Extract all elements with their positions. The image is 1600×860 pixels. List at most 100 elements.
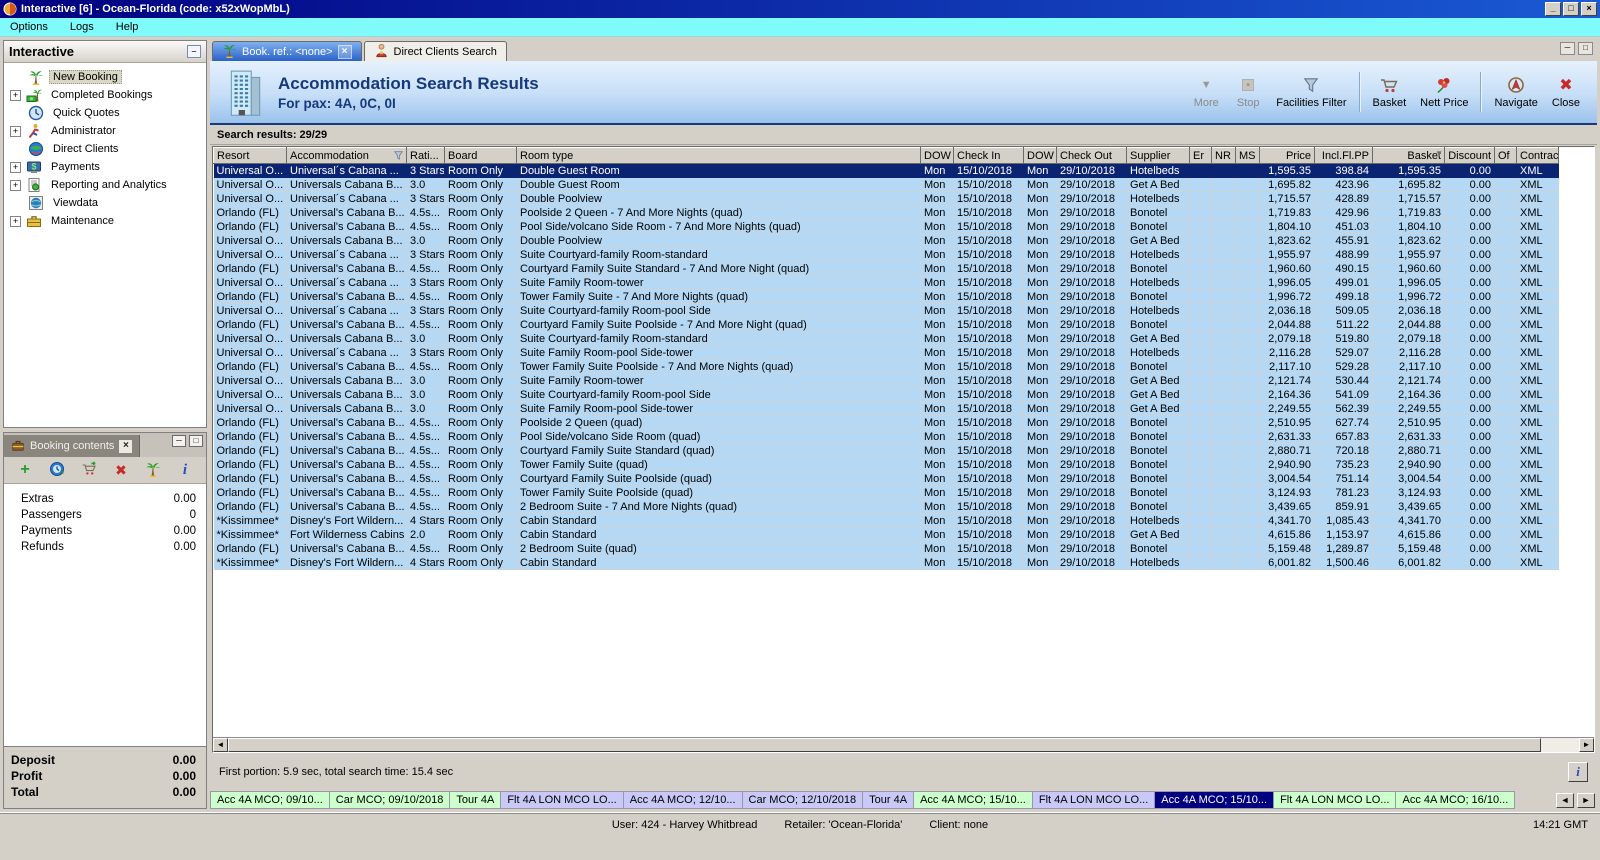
table-row[interactable]: Universal O... Universals Cabana B... 3.0 R… [213, 373, 1559, 388]
collapse-panel-button[interactable]: – [187, 45, 201, 58]
basket-button[interactable]: Basket [1366, 74, 1414, 111]
palm-tree-button[interactable] [145, 462, 162, 479]
expander-plus-icon[interactable]: + [10, 179, 21, 191]
table-row[interactable]: Orlando (FL) Universal's Cabana B... 4.5s.… [213, 415, 1559, 430]
plus-button[interactable]: + [17, 462, 34, 479]
table-row[interactable]: Universal O... Universal´s Cabana ... 3 St… [213, 303, 1559, 318]
sidebar-item-administrator[interactable]: + Administrator [4, 122, 206, 140]
itinerary-tab[interactable]: Flt 4A LON MCO LO... [501, 791, 624, 809]
booking-summary-row-extras[interactable]: Extras 0.00 [4, 491, 206, 507]
mdi-restore-button[interactable]: □ [1578, 42, 1593, 55]
sidebar-item-maintenance[interactable]: + Maintenance [4, 212, 206, 230]
minimize-button[interactable]: _ [1545, 2, 1561, 16]
column-header-basket[interactable]: Basket ▼ [1372, 147, 1445, 164]
table-row[interactable]: Universal O... Universal´s Cabana ... 3 St… [213, 247, 1559, 262]
table-row[interactable]: Orlando (FL) Universal's Cabana B... 4.5s.… [213, 219, 1559, 234]
itinerary-tab[interactable]: Acc 4A MCO; 09/10... [210, 791, 330, 809]
horizontal-scrollbar[interactable]: ◄ ► [213, 737, 1594, 752]
maximize-button[interactable]: □ [1563, 2, 1579, 16]
column-header-discount[interactable]: Discount [1444, 147, 1495, 164]
booking-summary-row-passengers[interactable]: Passengers 0 [4, 507, 206, 523]
sidebar-item-quick-quotes[interactable]: Quick Quotes [4, 104, 206, 122]
sidebar-item-viewdata[interactable]: Viewdata [4, 194, 206, 212]
itinerary-tab[interactable]: Acc 4A MCO; 16/10... [1396, 791, 1516, 809]
column-header-of[interactable]: Of [1494, 147, 1517, 164]
table-row[interactable]: Orlando (FL) Universal's Cabana B... 4.5s.… [213, 261, 1559, 276]
table-row[interactable]: Universal O... Universal´s Cabana ... 3 St… [213, 275, 1559, 290]
table-row[interactable]: Orlando (FL) Universal's Cabana B... 4.5s.… [213, 359, 1559, 374]
scroll-left-arrow-icon[interactable]: ◄ [213, 738, 228, 752]
table-row[interactable]: Orlando (FL) Universal's Cabana B... 4.5s.… [213, 485, 1559, 500]
navigate-button[interactable]: Navigate [1487, 74, 1544, 111]
table-row[interactable]: Universal O... Universals Cabana B... 3.0 R… [213, 177, 1559, 192]
itinerary-tab[interactable]: Acc 4A MCO; 15/10... [914, 791, 1033, 809]
mdi-minimize-button[interactable]: ─ [1560, 42, 1575, 55]
table-row[interactable]: Orlando (FL) Universal's Cabana B... 4.5s.… [213, 457, 1559, 472]
table-row[interactable]: Orlando (FL) Universal's Cabana B... 4.5s.… [213, 541, 1559, 556]
menu-logs[interactable]: Logs [70, 21, 94, 33]
table-row[interactable]: Orlando (FL) Universal's Cabana B... 4.5s.… [213, 317, 1559, 332]
table-row[interactable]: Universal O... Universals Cabana B... 3.0 R… [213, 387, 1559, 402]
column-header-incl-fl-pp[interactable]: Incl.Fl.PP [1314, 147, 1373, 164]
expander-plus-icon[interactable]: + [10, 215, 21, 227]
table-row[interactable]: Universal O... Universals Cabana B... 3.0 R… [213, 401, 1559, 416]
column-header-resort[interactable]: Resort [213, 147, 287, 164]
column-header-rati-[interactable]: Rati... [406, 147, 445, 164]
table-row[interactable]: Universal O... Universals Cabana B... 3.0 R… [213, 331, 1559, 346]
tab-scroll-left-icon[interactable]: ◄ [1556, 792, 1574, 808]
table-row[interactable]: Universal O... Universal´s Cabana ... 3 St… [213, 191, 1559, 206]
itinerary-tab[interactable]: Tour 4A [863, 791, 915, 809]
sidebar-item-payments[interactable]: + $ Payments [4, 158, 206, 176]
close-button[interactable]: × [1581, 2, 1597, 16]
table-row[interactable]: Orlando (FL) Universal's Cabana B... 4.5s.… [213, 471, 1559, 486]
close-icon[interactable]: × [119, 439, 133, 453]
column-header-room-type[interactable]: Room type [516, 147, 921, 164]
itinerary-tab[interactable]: Tour 4A [450, 791, 502, 809]
booking-contents-tab[interactable]: Booking contents × [4, 435, 141, 457]
scrollbar-thumb[interactable] [228, 738, 1541, 752]
menu-help[interactable]: Help [116, 21, 139, 33]
itinerary-tab[interactable]: Flt 4A LON MCO LO... [1032, 791, 1156, 809]
tab-close-icon[interactable]: × [337, 44, 352, 59]
column-header-price[interactable]: Price [1259, 147, 1315, 164]
column-header-nr[interactable]: NR [1211, 147, 1236, 164]
expander-plus-icon[interactable]: + [10, 89, 21, 101]
info-button[interactable]: i [177, 462, 194, 479]
minimize-panel-button[interactable]: ─ [172, 435, 186, 447]
itinerary-tab[interactable]: Acc 4A MCO; 15/10... [1155, 791, 1275, 809]
booking-summary-row-refunds[interactable]: Refunds 0.00 [4, 539, 206, 555]
column-header-dow[interactable]: DOW [920, 147, 954, 164]
itinerary-tab[interactable]: Car MCO; 12/10/2018 [742, 791, 864, 809]
column-header-er[interactable]: Er [1189, 147, 1212, 164]
table-row[interactable]: Orlando (FL) Universal's Cabana B... 4.5s.… [213, 429, 1559, 444]
close-button[interactable]: ✖ Close [1545, 74, 1587, 111]
table-row[interactable]: *Kissimmee* Disney's Fort Wildern... 4 Sta… [213, 513, 1559, 528]
booking-summary-row-payments[interactable]: Payments 0.00 [4, 523, 206, 539]
basket-add-button[interactable] [81, 462, 98, 479]
scrollbar-track[interactable] [1541, 738, 1579, 752]
table-row[interactable]: Orlando (FL) Universal's Cabana B... 4.5s.… [213, 499, 1559, 514]
itinerary-tab[interactable]: Acc 4A MCO; 12/10... [623, 791, 743, 809]
more-button[interactable]: ▼ More [1185, 74, 1227, 111]
menu-options[interactable]: Options [10, 21, 48, 33]
itinerary-tab[interactable]: Flt 4A LON MCO LO... [1274, 791, 1397, 809]
table-row[interactable]: Orlando (FL) Universal's Cabana B... 4.5s.… [213, 289, 1559, 304]
table-row[interactable]: Orlando (FL) Universal's Cabana B... 4.5s.… [213, 205, 1559, 220]
table-row[interactable]: *Kissimmee* Fort Wilderness Cabins 2.0 Room… [213, 527, 1559, 542]
scroll-right-arrow-icon[interactable]: ► [1579, 738, 1594, 752]
tab-direct-clients-search[interactable]: Direct Clients Search [363, 41, 507, 61]
column-header-supplier[interactable]: Supplier [1126, 147, 1190, 164]
sidebar-item-reporting-and-analytics[interactable]: + Reporting and Analytics [4, 176, 206, 194]
table-row[interactable]: Universal O... Universal´s Cabana ... 3 St… [213, 345, 1559, 360]
tab-scroll-right-icon[interactable]: ► [1577, 792, 1595, 808]
itinerary-tab[interactable]: Car MCO; 09/10/2018 [329, 791, 451, 809]
column-header-board[interactable]: Board [444, 147, 517, 164]
maximize-panel-button[interactable]: □ [189, 435, 203, 447]
sidebar-item-new-booking[interactable]: New Booking [4, 68, 206, 86]
column-header-check-out[interactable]: Check Out [1056, 147, 1127, 164]
nett-price-button[interactable]: Nett Price [1413, 74, 1475, 111]
tab-book-ref-none-[interactable]: Book. ref.: <none> × [212, 41, 362, 61]
stop-button[interactable]: ▪ Stop [1227, 74, 1269, 111]
column-header-ms[interactable]: MS [1235, 147, 1260, 164]
column-header-contract[interactable]: Contract [1516, 147, 1559, 164]
